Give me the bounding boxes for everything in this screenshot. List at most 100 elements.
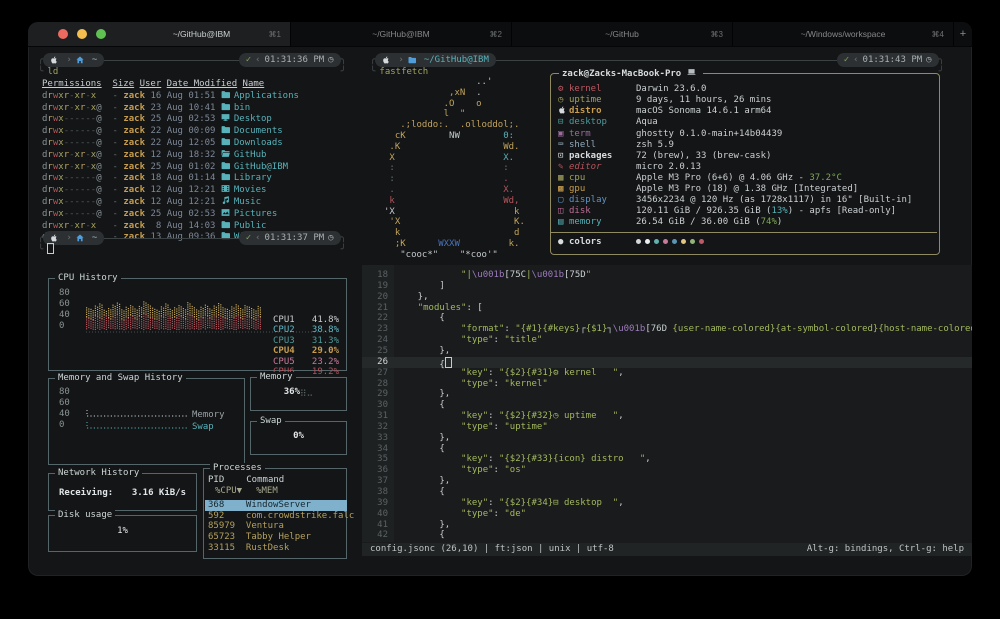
tab-shortcut: ⌘4	[932, 30, 944, 39]
editor-line-19: ]	[396, 281, 445, 292]
film-icon	[221, 184, 230, 193]
command-text: ld	[47, 67, 58, 77]
colors-icon: ●	[558, 237, 569, 248]
ls-output: Permissions Size User Date Modified Name…	[42, 79, 299, 243]
editor-icon: ✎	[558, 162, 563, 172]
ls-row: drwx------@ - zack 12 Aug 12:21 Movies	[42, 184, 299, 196]
tab-2[interactable]: ~/GitHub@IBM⌘2	[290, 22, 511, 46]
memory-swap-graph	[79, 385, 209, 437]
fastfetch-row-uptime: ◷uptime9 days, 11 hours, 26 mins	[558, 95, 932, 106]
folder-icon	[221, 172, 230, 181]
fastfetch-row-packages: ⊡packages72 (brew), 33 (brew-cask)	[558, 151, 932, 162]
terminal-window: ~/GitHub@IBM⌘1~/GitHub@IBM⌘2~/GitHub⌘3~/…	[28, 22, 972, 576]
ls-row: drwx------@ - zack 18 Aug 01:14 Library	[42, 172, 299, 184]
editor-line-35: "key": "{$2}{#33}{icon} distro ",	[396, 454, 651, 465]
check-icon: ✓	[844, 55, 849, 66]
editor-line-20: },	[396, 292, 429, 303]
fastfetch-row-disk: ◫disk120.11 GiB / 926.35 GiB (13%) - apf…	[558, 206, 932, 217]
cpu-legend-CPU5: CPU523.2%	[273, 357, 339, 368]
proc-header-cpu: %CPU▼	[215, 486, 242, 496]
tab-bar: ~/GitHub@IBM⌘1~/GitHub@IBM⌘2~/GitHub⌘3~/…	[28, 22, 972, 47]
zoom-button[interactable]	[96, 29, 106, 39]
editor-line-36: "type": "os"	[396, 465, 526, 476]
editor-line-38: {	[396, 487, 445, 498]
command-line: ╰ld╯	[38, 65, 346, 79]
box-title: Network History	[55, 468, 142, 479]
tab-4[interactable]: ~/Windows/workspace⌘4	[732, 22, 953, 46]
folder-icon	[221, 220, 230, 229]
editor-status-bar: config.jsonc (26,10) | ft:json | unix | …	[362, 543, 972, 556]
command-line: ╰╯	[38, 243, 346, 257]
fastfetch-row-term: ▣termghostty 0.1.0-main+14b04439	[558, 128, 932, 139]
network-receiving-value: 3.16 KiB/s	[132, 488, 186, 499]
editor-line-21: "modules": [	[396, 303, 483, 314]
shell-icon: ⌨	[558, 140, 563, 150]
box-title: Disk usage	[55, 510, 115, 521]
command-text: fastfetch	[379, 67, 428, 77]
ls-row: drwx------@ - zack 22 Aug 12:05 Download…	[42, 137, 299, 149]
minimize-button[interactable]	[77, 29, 87, 39]
editor-line-39: "key": "{$2}{#34}⊟ desktop ",	[396, 498, 624, 509]
status-left: config.jsonc (26,10) | ft:json | unix | …	[370, 544, 614, 555]
folder-icon	[221, 90, 230, 99]
box-title: CPU History	[55, 273, 121, 284]
editor-line-42: {	[396, 530, 445, 541]
editor-line-28: "type": "kernel"	[396, 379, 548, 390]
fastfetch-row-display: ▢display3456x2234 @ 120 Hz (as 1728x1117…	[558, 195, 932, 206]
editor-line-32: "type": "uptime"	[396, 422, 548, 433]
term-icon: ▣	[558, 129, 563, 139]
tab-label: ~/GitHub@IBM	[372, 29, 430, 39]
packages-icon: ⊡	[558, 151, 563, 161]
box-title: Processes	[210, 463, 265, 474]
editor-line-22: {	[396, 313, 445, 324]
micro-editor-pane[interactable]: 18 "|\u001b[75C|\u001b[75D"19 ]20 },21 "…	[362, 265, 972, 556]
fastfetch-row-shell: ⌨shellzsh 5.9	[558, 139, 932, 150]
fastfetch-row-cpu: ▦cpuApple M3 Pro (6+6) @ 4.06 GHz - 37.2…	[558, 173, 932, 184]
fastfetch-ascii-art: ..' ,xN . .O o l " .;loddo:. .olloddol;.…	[384, 77, 525, 261]
tab-3[interactable]: ~/GitHub⌘3	[511, 22, 732, 46]
editor-line-29: },	[396, 389, 450, 400]
image-icon	[221, 208, 230, 217]
clock-icon: ◷	[328, 233, 333, 244]
network-history-box: Network HistoryReceiving:3.16 KiB/s	[48, 473, 197, 511]
ls-row: drwxr-xr-x@ - zack 12 Aug 18:32 GitHub	[42, 149, 299, 161]
folder-icon	[221, 137, 230, 146]
proc-header-pid: PID	[208, 475, 224, 485]
cpu-legend-CPU4: CPU429.0%	[273, 346, 339, 357]
display-icon: ▢	[558, 195, 563, 205]
fastfetch-row-distro: distromacOS Sonoma 14.6.1 arm64	[558, 106, 932, 117]
window-content: ╭›~✓‹01:31:36 PM◷╮╰ld╯Permissions Size U…	[28, 47, 972, 576]
ls-row: drwxr-xr-x - zack 8 Aug 14:03 Public	[42, 220, 299, 232]
process-row-592[interactable]: 592 com.crowdstrike.falc	[205, 511, 347, 522]
desktop-icon	[221, 113, 230, 122]
new-tab-button[interactable]: +	[953, 22, 972, 46]
desktop-icon: ⊟	[558, 117, 563, 127]
ls-row: drwx------@ - zack 25 Aug 02:53 Pictures	[42, 208, 299, 220]
network-receiving-label: Receiving:	[59, 488, 113, 499]
clock-icon: ◷	[926, 55, 931, 66]
processes-box: ProcessesPIDCommand%CPU▼%MEM368 WindowSe…	[203, 468, 347, 559]
ls-row: drwx------@ - zack 25 Aug 02:53 Desktop	[42, 113, 299, 125]
fastfetch-row-kernel: ⚙kernelDarwin 23.6.0	[558, 84, 932, 95]
editor-line-33: },	[396, 433, 450, 444]
editor-cursor	[445, 357, 452, 368]
editor-line-37: },	[396, 476, 450, 487]
close-button[interactable]	[58, 29, 68, 39]
tab-github-ibm-1[interactable]: ~/GitHub@IBM⌘1	[113, 22, 290, 46]
process-row-65723[interactable]: 65723 Tabby Helper	[205, 532, 347, 543]
status-right: Alt-g: bindings, Ctrl-g: help	[807, 544, 964, 555]
memory-gauge-box: Memory36%⣶⣀	[250, 377, 347, 411]
process-row-33115[interactable]: 33115 RustDesk	[205, 543, 347, 554]
apple-icon	[50, 56, 58, 64]
fastfetch-colors-row: ●colors	[558, 237, 932, 248]
editor-line-40: "type": "de"	[396, 509, 526, 520]
gpu-icon: ▩	[558, 184, 563, 194]
process-row-368[interactable]: 368 WindowServer	[205, 500, 347, 511]
folder-open-icon	[221, 149, 230, 158]
memory-swap-history-box: Memory and Swap History8060400MemorySwap	[48, 378, 245, 465]
traffic-lights	[28, 22, 113, 46]
editor-line-27: "key": "{$2}{#31}⚙ kernel ",	[396, 368, 624, 379]
laptop-icon	[687, 68, 696, 77]
tab-shortcut: ⌘3	[711, 30, 723, 39]
process-row-85979[interactable]: 85979 Ventura	[205, 521, 347, 532]
